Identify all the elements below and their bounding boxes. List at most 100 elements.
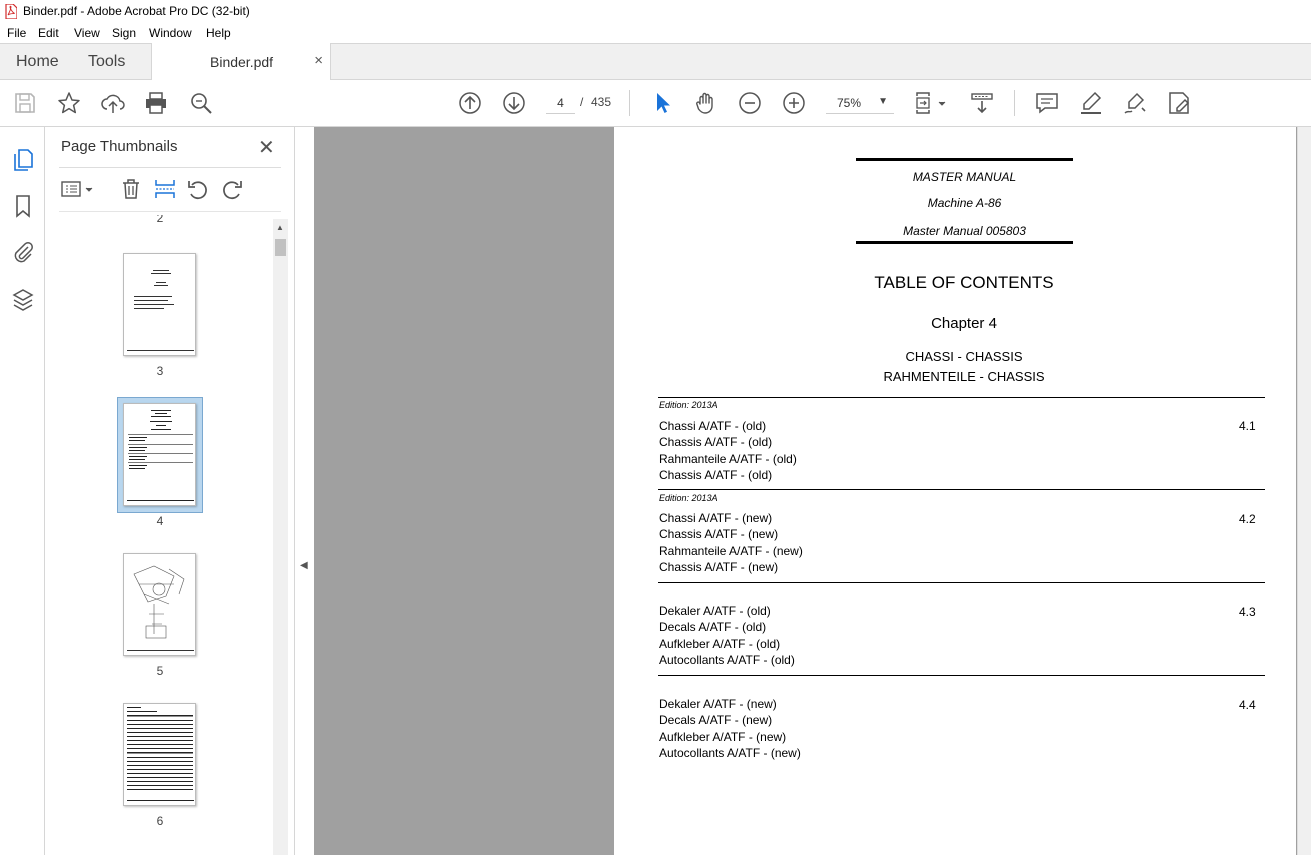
toc-section: Chassi A/ATF - (new) Chassis A/ATF - (ne… [659,510,803,576]
rotate-right-icon[interactable] [220,177,244,201]
pdf-page: MASTER MANUAL Machine A-86 Master Manual… [614,127,1296,855]
chevron-down-icon: ▼ [878,96,888,107]
next-page-icon[interactable] [501,90,527,116]
delete-pages-icon[interactable] [119,177,143,201]
scroll-up-icon[interactable]: ▲ [276,223,284,232]
thumbnail-label: 5 [156,664,164,678]
zoom-dropdown[interactable]: 75% ▼ [826,92,894,114]
header-rule [856,241,1073,244]
fill-sign-icon[interactable] [1166,90,1192,116]
section-number: 4.3 [1239,605,1256,619]
edition-label: Edition: 2013A [659,400,718,410]
header-line: MASTER MANUAL [912,170,1017,184]
menu-file[interactable]: File [7,26,26,40]
page-thumbnail[interactable] [123,553,196,656]
page-thumbnail[interactable] [123,253,196,356]
insert-pages-icon[interactable] [153,177,177,201]
close-panel-icon[interactable]: ✕ [258,135,275,160]
draw-sign-icon[interactable] [1122,90,1148,116]
menu-window[interactable]: Window [149,26,192,40]
panel-divider [59,211,281,212]
menu-sign[interactable]: Sign [112,26,136,40]
tab-tools[interactable]: Tools [88,53,125,71]
toc-section: Dekaler A/ATF - (old) Decals A/ATF - (ol… [659,603,795,669]
menu-view[interactable]: View [74,26,100,40]
document-viewport: MASTER MANUAL Machine A-86 Master Manual… [314,127,1311,855]
toc-entry: Chassi A/ATF - (new) [659,511,773,525]
chapter-subtitle: CHASSI - CHASSIS [905,349,1023,364]
navigation-rail [0,127,45,855]
zoom-in-icon[interactable] [781,90,807,116]
layers-icon[interactable] [10,287,36,313]
toc-entry: Dekaler A/ATF - (new) [659,697,777,711]
panel-title: Page Thumbnails [61,138,178,155]
thumbnail-scrollbar[interactable]: ▲ [273,219,288,855]
menu-help[interactable]: Help [206,26,231,40]
toc-title: TABLE OF CONTENTS [874,273,1054,292]
page-separator: / [580,95,584,109]
tab-document[interactable]: Binder.pdf × [151,43,331,80]
toolbar-divider [1014,90,1015,116]
title-bar: Binder.pdf - Adobe Acrobat Pro DC (32-bi… [0,0,1311,23]
header-line: Machine A-86 [927,196,1002,210]
section-number: 4.4 [1239,698,1256,712]
panel-collapse-strip[interactable]: ◀ [295,127,314,855]
edition-label: Edition: 2013A [659,493,718,503]
page-thumbnail[interactable] [123,403,196,506]
toolbar: / 435 75% ▼ [0,80,1311,127]
attachments-icon[interactable] [10,239,36,265]
comment-icon[interactable] [1034,90,1060,116]
tab-home[interactable]: Home [16,53,59,71]
toc-section: Chassi A/ATF - (old) Chassis A/ATF - (ol… [659,418,797,484]
section-rule [658,582,1265,583]
scroll-mode-icon[interactable] [969,90,995,116]
toc-entry: Aufkleber A/ATF - (new) [659,729,787,744]
header-rule [856,158,1073,161]
zoom-out-icon[interactable] [737,90,763,116]
options-menu-icon[interactable] [60,177,96,201]
hand-tool-icon[interactable] [693,90,719,116]
collapse-arrow-icon[interactable]: ◀ [300,560,308,571]
toolbar-divider [629,90,630,116]
rotate-left-icon[interactable] [186,177,210,201]
thumbnail-list: 2 3 4 5 6 [45,215,273,855]
section-rule [658,489,1265,490]
toc-entry: Aufkleber A/ATF - (old) [659,636,781,651]
previous-page-icon[interactable] [457,90,483,116]
chapter-title: Chapter 4 [931,315,997,332]
window-title: Binder.pdf - Adobe Acrobat Pro DC (32-bi… [23,4,250,18]
section-rule [658,397,1265,398]
save-icon[interactable] [12,90,38,116]
print-icon[interactable] [143,90,169,116]
menu-bar: File Edit View Sign Window Help [0,23,1311,43]
scrollbar-thumb[interactable] [275,239,286,256]
toc-section: Dekaler A/ATF - (new) Decals A/ATF - (ne… [659,696,801,762]
toc-entry: Chassis A/ATF - (old) [659,468,773,483]
toc-entry: Chassis A/ATF - (old) [659,435,773,450]
find-zoom-icon[interactable] [188,90,214,116]
page-thumbnail[interactable] [123,703,196,806]
thumbnail-label: 6 [156,814,164,828]
menu-edit[interactable]: Edit [38,26,59,40]
toc-entry: Rahmanteile A/ATF - (old) [659,451,797,466]
bookmark-star-icon[interactable] [56,90,82,116]
select-cursor-icon[interactable] [649,90,675,116]
close-tab-icon[interactable]: × [314,52,323,69]
cloud-upload-icon[interactable] [100,90,126,116]
header-line: Master Manual 005803 [903,224,1026,238]
page-number-input[interactable] [546,92,575,114]
toc-entry: Decals A/ATF - (new) [659,713,773,728]
section-number: 4.2 [1239,512,1256,526]
page-thumbnails-icon[interactable] [10,147,36,173]
panel-divider [59,167,281,168]
document-scrollbar[interactable] [1297,127,1311,855]
toc-entry: Decals A/ATF - (old) [659,620,767,635]
section-number: 4.1 [1239,419,1256,433]
toc-entry: Dekaler A/ATF - (old) [659,604,771,618]
zoom-value: 75% [837,96,862,110]
toc-entry: Chassis A/ATF - (new) [659,560,779,575]
bookmarks-icon[interactable] [10,193,36,219]
highlight-pen-icon[interactable] [1078,90,1104,116]
page-fit-icon[interactable] [913,90,949,116]
toc-entry: Autocollants A/ATF - (new) [659,746,801,761]
